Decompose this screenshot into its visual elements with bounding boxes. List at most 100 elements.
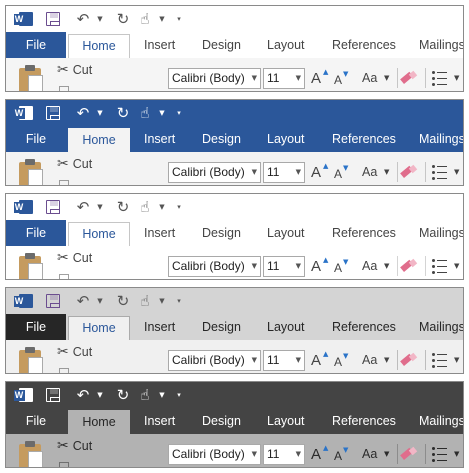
grow-font-button[interactable]: A: [311, 164, 321, 181]
touch-mouse-mode-icon[interactable]: ☝: [134, 288, 156, 314]
touch-mouse-mode-icon[interactable]: ☝: [134, 382, 156, 408]
undo-icon[interactable]: ↶: [72, 194, 94, 220]
tab-layout[interactable]: Layout: [267, 126, 305, 152]
change-case-dropdown-icon[interactable]: ▼: [384, 168, 389, 176]
change-case-button[interactable]: Aa: [362, 165, 377, 179]
touch-mode-dropdown-icon[interactable]: ▼: [156, 6, 168, 32]
bullets-icon[interactable]: [432, 70, 448, 86]
bullets-icon[interactable]: [432, 446, 448, 462]
tab-mailings[interactable]: Mailings: [419, 32, 463, 58]
copy-icon[interactable]: [59, 462, 69, 467]
cut-button[interactable]: ✂ Cut: [57, 250, 92, 266]
bullets-dropdown-icon[interactable]: ▼: [454, 356, 459, 364]
bullets-dropdown-icon[interactable]: ▼: [454, 450, 459, 458]
save-icon[interactable]: [40, 382, 66, 408]
customize-quick-access-icon[interactable]: ▾: [172, 288, 186, 314]
tab-mailings[interactable]: Mailings: [419, 126, 463, 152]
font-name-combobox[interactable]: Calibri (Body) ▼: [168, 350, 261, 371]
touch-mode-dropdown-icon[interactable]: ▼: [156, 288, 168, 314]
cut-button[interactable]: ✂ Cut: [57, 344, 92, 360]
clear-formatting-icon[interactable]: [400, 164, 418, 178]
tab-file[interactable]: File: [6, 314, 66, 340]
shrink-font-button[interactable]: A: [334, 261, 342, 275]
shrink-font-button[interactable]: A: [334, 167, 342, 181]
paste-icon[interactable]: [19, 159, 45, 185]
change-case-button[interactable]: Aa: [362, 353, 377, 367]
grow-font-button[interactable]: A: [311, 70, 321, 87]
customize-quick-access-icon[interactable]: ▾: [172, 100, 186, 126]
save-icon[interactable]: [40, 100, 66, 126]
font-size-combobox[interactable]: 11 ▼: [263, 68, 305, 89]
shrink-font-button[interactable]: A: [334, 355, 342, 369]
bullets-icon[interactable]: [432, 164, 448, 180]
copy-icon[interactable]: [59, 274, 69, 279]
copy-icon[interactable]: [59, 368, 69, 373]
undo-icon[interactable]: ↶: [72, 100, 94, 126]
tab-design[interactable]: Design: [202, 32, 241, 58]
save-icon[interactable]: [40, 288, 66, 314]
tab-file[interactable]: File: [6, 32, 66, 58]
touch-mouse-mode-icon[interactable]: ☝: [134, 6, 156, 32]
customize-quick-access-icon[interactable]: ▾: [172, 382, 186, 408]
chevron-down-icon[interactable]: ▼: [252, 163, 257, 182]
tab-mailings[interactable]: Mailings: [419, 220, 463, 246]
tab-file[interactable]: File: [6, 408, 66, 434]
chevron-down-icon[interactable]: ▼: [296, 257, 301, 276]
bullets-icon[interactable]: [432, 258, 448, 274]
shrink-font-button[interactable]: A: [334, 73, 342, 87]
font-size-combobox[interactable]: 11 ▼: [263, 162, 305, 183]
tab-insert[interactable]: Insert: [144, 408, 175, 434]
save-icon[interactable]: [40, 194, 66, 220]
tab-layout[interactable]: Layout: [267, 32, 305, 58]
paste-icon[interactable]: [19, 441, 45, 467]
chevron-down-icon[interactable]: ▼: [296, 351, 301, 370]
word-logo-icon[interactable]: W: [10, 100, 36, 126]
change-case-button[interactable]: Aa: [362, 71, 377, 85]
undo-dropdown-icon[interactable]: ▼: [94, 100, 106, 126]
grow-font-button[interactable]: A: [311, 446, 321, 463]
copy-icon[interactable]: [59, 86, 69, 91]
tab-home[interactable]: Home: [68, 316, 130, 341]
redo-icon[interactable]: ↻: [112, 194, 134, 220]
grow-font-button[interactable]: A: [311, 352, 321, 369]
font-size-combobox[interactable]: 11 ▼: [263, 444, 305, 465]
tab-home[interactable]: Home: [68, 222, 130, 247]
tab-design[interactable]: Design: [202, 126, 241, 152]
chevron-down-icon[interactable]: ▼: [296, 69, 301, 88]
touch-mouse-mode-icon[interactable]: ☝: [134, 194, 156, 220]
cut-button[interactable]: ✂ Cut: [57, 62, 92, 78]
undo-icon[interactable]: ↶: [72, 288, 94, 314]
bullets-icon[interactable]: [432, 352, 448, 368]
tab-mailings[interactable]: Mailings: [419, 314, 463, 340]
word-logo-icon[interactable]: W: [10, 6, 36, 32]
copy-icon[interactable]: [59, 180, 69, 185]
paste-icon[interactable]: [19, 253, 45, 279]
tab-references[interactable]: References: [332, 32, 396, 58]
touch-mode-dropdown-icon[interactable]: ▼: [156, 100, 168, 126]
tab-design[interactable]: Design: [202, 408, 241, 434]
redo-icon[interactable]: ↻: [112, 288, 134, 314]
font-name-combobox[interactable]: Calibri (Body) ▼: [168, 444, 261, 465]
tab-home[interactable]: Home: [68, 34, 130, 59]
undo-icon[interactable]: ↶: [72, 382, 94, 408]
tab-references[interactable]: References: [332, 126, 396, 152]
chevron-down-icon[interactable]: ▼: [252, 69, 257, 88]
clear-formatting-icon[interactable]: [400, 258, 418, 272]
tab-insert[interactable]: Insert: [144, 126, 175, 152]
redo-icon[interactable]: ↻: [112, 6, 134, 32]
tab-references[interactable]: References: [332, 220, 396, 246]
tab-file[interactable]: File: [6, 126, 66, 152]
cut-button[interactable]: ✂ Cut: [57, 438, 92, 454]
tab-design[interactable]: Design: [202, 220, 241, 246]
font-name-combobox[interactable]: Calibri (Body) ▼: [168, 162, 261, 183]
change-case-dropdown-icon[interactable]: ▼: [384, 74, 389, 82]
chevron-down-icon[interactable]: ▼: [252, 257, 257, 276]
font-name-combobox[interactable]: Calibri (Body) ▼: [168, 68, 261, 89]
tab-home[interactable]: Home: [68, 128, 130, 153]
tab-references[interactable]: References: [332, 314, 396, 340]
chevron-down-icon[interactable]: ▼: [296, 163, 301, 182]
paste-icon[interactable]: [19, 65, 45, 91]
clear-formatting-icon[interactable]: [400, 352, 418, 366]
bullets-dropdown-icon[interactable]: ▼: [454, 262, 459, 270]
word-logo-icon[interactable]: W: [10, 194, 36, 220]
